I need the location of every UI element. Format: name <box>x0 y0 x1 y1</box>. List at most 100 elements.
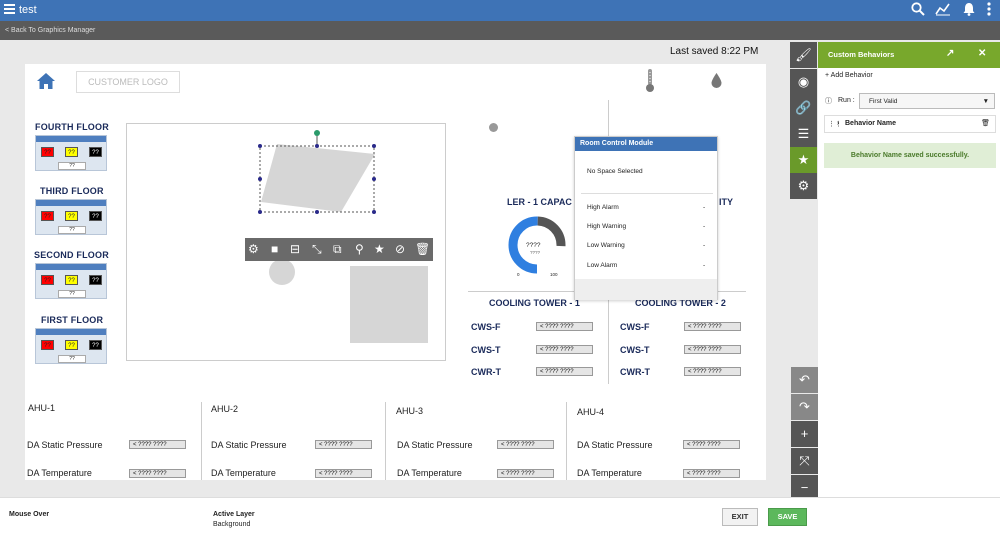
row-label: DA Static Pressure <box>577 440 653 450</box>
add-behavior-button[interactable]: + Add Behavior <box>825 72 873 79</box>
value-box[interactable]: < ???? ???? <box>129 469 186 478</box>
floor-second[interactable]: SECOND FLOOR ?? ?? ?? ?? <box>34 250 109 299</box>
value-box[interactable]: < ???? ???? <box>315 469 372 478</box>
active-layer-label: Active Layer <box>213 511 255 518</box>
fill-icon[interactable]: ■ <box>271 242 278 256</box>
chevron-right-icon[interactable]: › <box>837 120 839 127</box>
status-swatch: ?? <box>89 147 102 157</box>
last-saved-text: Last saved 8:22 PM <box>670 46 759 57</box>
selected-parallelogram[interactable] <box>251 126 381 218</box>
trash-icon[interactable]: 🗑 <box>415 242 430 256</box>
star-gear-icon[interactable]: ★ <box>790 147 817 173</box>
undo-icon[interactable]: ↶ <box>791 367 818 393</box>
room-control-module-popup: Room Control Module No Space Selected Hi… <box>574 136 718 300</box>
value-box[interactable]: < ???? ???? <box>684 345 741 354</box>
alarm-swatch: ?? <box>41 147 54 157</box>
floor-first[interactable]: FIRST FLOOR ?? ?? ?? ?? <box>35 315 107 364</box>
floor-value: ?? <box>58 290 86 298</box>
thermometer-icon <box>645 68 655 99</box>
close-icon[interactable]: ✕ <box>978 48 986 59</box>
floor-label: THIRD FLOOR <box>40 186 104 196</box>
editor-tool-column: 🖌 ◉ 🔗 ☰ ★ ⚙ <box>790 42 818 202</box>
link-icon[interactable]: 🔗 <box>790 95 817 121</box>
low-alarm-value: - <box>703 262 706 269</box>
home-icon[interactable] <box>36 72 56 95</box>
warning-swatch: ?? <box>65 340 78 350</box>
high-warning-label: High Warning <box>587 223 627 230</box>
save-button[interactable]: SAVE <box>768 508 807 526</box>
value-box[interactable]: < ???? ???? <box>684 367 741 376</box>
behavior-row[interactable]: ⋮⋮ › Behavior Name 🗑 <box>824 115 996 133</box>
delete-icon[interactable]: 🗑 <box>981 119 990 127</box>
row-label: DA Static Pressure <box>397 440 473 450</box>
ahu-1-title: AHU-1 <box>28 403 56 413</box>
popup-title: Room Control Module <box>575 137 717 151</box>
panel-header: Custom Behaviors ↗ ✕ <box>818 42 1000 68</box>
value-box[interactable]: < ???? ???? <box>129 440 186 449</box>
floor-label: SECOND FLOOR <box>34 250 109 260</box>
exit-button[interactable]: EXIT <box>722 508 758 526</box>
back-bar: < Back To Graphics Manager <box>0 21 1000 40</box>
value-box[interactable]: < ???? ???? <box>536 367 593 376</box>
layers-icon[interactable]: ☰ <box>790 121 817 147</box>
menu-icon[interactable] <box>4 4 15 16</box>
value-box[interactable]: < ???? ???? <box>497 440 554 449</box>
ahu-3-title: AHU-3 <box>396 406 424 416</box>
ahu-2-title: AHU-2 <box>211 404 239 414</box>
row-label: CWS-T <box>471 345 501 355</box>
popout-icon[interactable]: ↗ <box>946 48 954 59</box>
row-label: DA Temperature <box>397 468 462 478</box>
circle-shape[interactable] <box>269 259 295 285</box>
floor-value: ?? <box>58 355 86 363</box>
redo-icon[interactable]: ↷ <box>791 394 818 420</box>
low-warning-label: Low Warning <box>587 242 625 249</box>
back-link[interactable]: < Back To Graphics Manager <box>5 27 95 34</box>
value-box[interactable]: < ???? ???? <box>536 345 593 354</box>
row-label: CWS-T <box>620 345 650 355</box>
fit-icon[interactable]: ⤧ <box>791 448 818 474</box>
tag-icon[interactable]: ◉ <box>790 69 817 95</box>
pin-icon[interactable]: ⚲ <box>355 242 364 256</box>
value-box[interactable]: < ???? ???? <box>536 322 593 331</box>
row-label: CWR-T <box>471 367 501 377</box>
unlink-icon[interactable]: ⊘ <box>395 242 405 256</box>
behavior-icon[interactable]: ★ <box>374 242 385 256</box>
search-icon[interactable] <box>910 2 926 18</box>
settings-icon[interactable]: ⚙ <box>248 242 259 256</box>
more-icon[interactable] <box>981 2 997 18</box>
drag-handle-icon[interactable]: ⋮⋮ <box>828 120 842 128</box>
copy-icon[interactable]: ⧉ <box>333 242 342 257</box>
square-shape[interactable] <box>350 266 428 343</box>
run-label: Run : <box>838 97 855 104</box>
trend-icon[interactable] <box>935 2 951 18</box>
floor-fourth[interactable]: FOURTH FLOOR ?? ?? ?? ?? <box>35 122 109 171</box>
value-box[interactable]: < ???? ???? <box>497 469 554 478</box>
floor-label: FIRST FLOOR <box>41 315 104 325</box>
paintbrush-icon[interactable]: 🖌 <box>790 42 817 68</box>
row-label: DA Static Pressure <box>211 440 287 450</box>
warning-swatch: ?? <box>65 211 78 221</box>
resize-icon[interactable]: ⤡ <box>312 242 322 257</box>
panel-title: Custom Behaviors <box>828 50 895 59</box>
bell-icon[interactable] <box>961 2 977 18</box>
gauge-title: LER - 1 CAPAC <box>507 197 572 207</box>
customer-logo: CUSTOMER LOGO <box>76 71 180 93</box>
alarm-swatch: ?? <box>41 275 54 285</box>
high-warning-value: - <box>703 223 706 230</box>
value-box[interactable]: < ???? ???? <box>684 322 741 331</box>
row-label: DA Temperature <box>577 468 642 478</box>
value-box[interactable]: < ???? ???? <box>683 440 740 449</box>
floor-third[interactable]: THIRD FLOOR ?? ?? ?? ?? <box>35 186 107 235</box>
align-icon[interactable]: ⊟ <box>290 242 300 256</box>
gear-icon[interactable]: ⚙ <box>790 173 817 199</box>
no-space-text: No Space Selected <box>587 168 643 175</box>
mouse-over-label: Mouse Over <box>9 511 50 518</box>
shape-toolbar: ⚙ ■ ⊟ ⤡ ⧉ ⚲ ★ ⊘ 🗑 <box>245 238 433 261</box>
value-box[interactable]: < ???? ???? <box>683 469 740 478</box>
value-box[interactable]: < ???? ???? <box>315 440 372 449</box>
plus-icon: + <box>825 72 830 79</box>
status-swatch: ?? <box>89 275 102 285</box>
zoom-in-icon[interactable]: + <box>791 421 818 447</box>
row-label: DA Temperature <box>211 468 276 478</box>
run-select[interactable]: First Valid ▼ <box>859 93 995 109</box>
